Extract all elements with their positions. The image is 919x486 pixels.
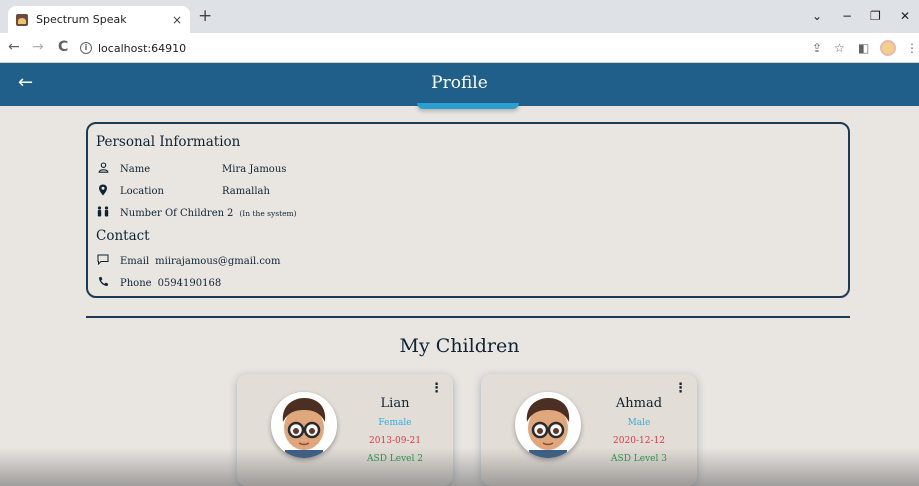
back-icon[interactable]: ← bbox=[8, 39, 20, 55]
url-bar[interactable]: i localhost:64910 bbox=[80, 36, 820, 60]
children-section-title: My Children bbox=[399, 335, 520, 357]
child-name: Ahmad bbox=[615, 396, 663, 411]
reload-icon[interactable]: C bbox=[58, 39, 68, 55]
minimize-icon[interactable]: − bbox=[842, 9, 852, 23]
browser-tab-bar: Spectrum Speak × + ⌄ − ❐ ✕ bbox=[0, 0, 919, 33]
email-label: Email bbox=[120, 255, 150, 267]
forward-icon[interactable]: → bbox=[32, 39, 44, 55]
personal-info-card: Personal Information Name Mira Jamous Lo… bbox=[86, 122, 850, 298]
location-pin-icon bbox=[96, 184, 110, 199]
bottom-scroll-shadow bbox=[0, 448, 919, 486]
location-row: Location Ramallah bbox=[96, 180, 840, 202]
site-info-icon[interactable]: i bbox=[80, 42, 92, 54]
contact-title: Contact bbox=[96, 228, 150, 244]
name-value: Mira Jamous bbox=[222, 163, 287, 175]
tab-close-icon[interactable]: × bbox=[172, 13, 182, 27]
header-indicator bbox=[417, 103, 519, 109]
child-card[interactable]: ⋮ Ahmad Male 2020-12-12 ASD Level 3 bbox=[481, 374, 697, 486]
person-icon bbox=[96, 162, 110, 176]
browser-address-bar: ← → C i localhost:64910 ⇪ ☆ ◧ ⋮ bbox=[0, 33, 919, 63]
close-window-icon[interactable]: ✕ bbox=[900, 9, 910, 23]
child-birthdate: 2020-12-12 bbox=[613, 436, 665, 446]
family-icon bbox=[96, 206, 110, 220]
child-asd-level: ASD Level 3 bbox=[611, 454, 667, 464]
tab-title: Spectrum Speak bbox=[36, 13, 127, 26]
url-text: localhost:64910 bbox=[98, 41, 187, 55]
tab-search-icon[interactable]: ⌄ bbox=[812, 9, 822, 23]
phone-label: Phone bbox=[120, 277, 152, 289]
child-gender: Male bbox=[627, 418, 651, 428]
child-name: Lian bbox=[380, 396, 410, 411]
message-icon bbox=[96, 254, 110, 268]
email-row: Email miirajamous@gmail.com bbox=[96, 250, 840, 272]
page-title: Profile bbox=[431, 73, 488, 93]
restore-icon[interactable]: ❐ bbox=[870, 9, 881, 23]
personal-info-title: Personal Information bbox=[96, 134, 241, 150]
child-asd-level: ASD Level 2 bbox=[367, 454, 423, 464]
app-header: ← Profile bbox=[0, 63, 919, 109]
child-card[interactable]: ⋮ Lian Female 2013-09-21 ASD Level 2 bbox=[237, 374, 453, 486]
phone-row: Phone 0594190168 bbox=[96, 272, 840, 294]
name-label: Name bbox=[120, 163, 151, 175]
child-avatar bbox=[271, 392, 337, 458]
child-birthdate: 2013-09-21 bbox=[369, 436, 421, 446]
app-favicon-icon bbox=[16, 13, 28, 26]
child-gender: Female bbox=[378, 418, 412, 428]
phone-value[interactable]: 0594190168 bbox=[158, 278, 222, 289]
section-divider bbox=[86, 316, 850, 318]
share-icon[interactable]: ⇪ bbox=[812, 41, 822, 55]
profile-avatar-icon[interactable] bbox=[880, 40, 896, 56]
browser-menu-icon[interactable]: ⋮ bbox=[906, 41, 918, 55]
children-count-value: 2 bbox=[227, 207, 234, 219]
phone-icon bbox=[96, 276, 110, 290]
children-count-label: Number Of Children bbox=[120, 207, 225, 219]
location-label: Location bbox=[120, 185, 164, 197]
email-value[interactable]: miirajamous@gmail.com bbox=[155, 256, 280, 267]
side-panel-icon[interactable]: ◧ bbox=[858, 41, 869, 55]
more-options-icon[interactable]: ⋮ bbox=[430, 382, 443, 395]
location-value: Ramallah bbox=[222, 185, 270, 197]
more-options-icon[interactable]: ⋮ bbox=[674, 382, 687, 395]
new-tab-icon[interactable]: + bbox=[198, 8, 212, 25]
browser-tab[interactable]: Spectrum Speak × bbox=[8, 6, 190, 33]
name-row: Name Mira Jamous bbox=[96, 158, 840, 180]
children-count-note: (In the system) bbox=[239, 208, 297, 218]
children-count-row: Number Of Children 2 (In the system) bbox=[96, 202, 840, 224]
bookmark-icon[interactable]: ☆ bbox=[834, 41, 845, 55]
child-avatar bbox=[515, 392, 581, 458]
